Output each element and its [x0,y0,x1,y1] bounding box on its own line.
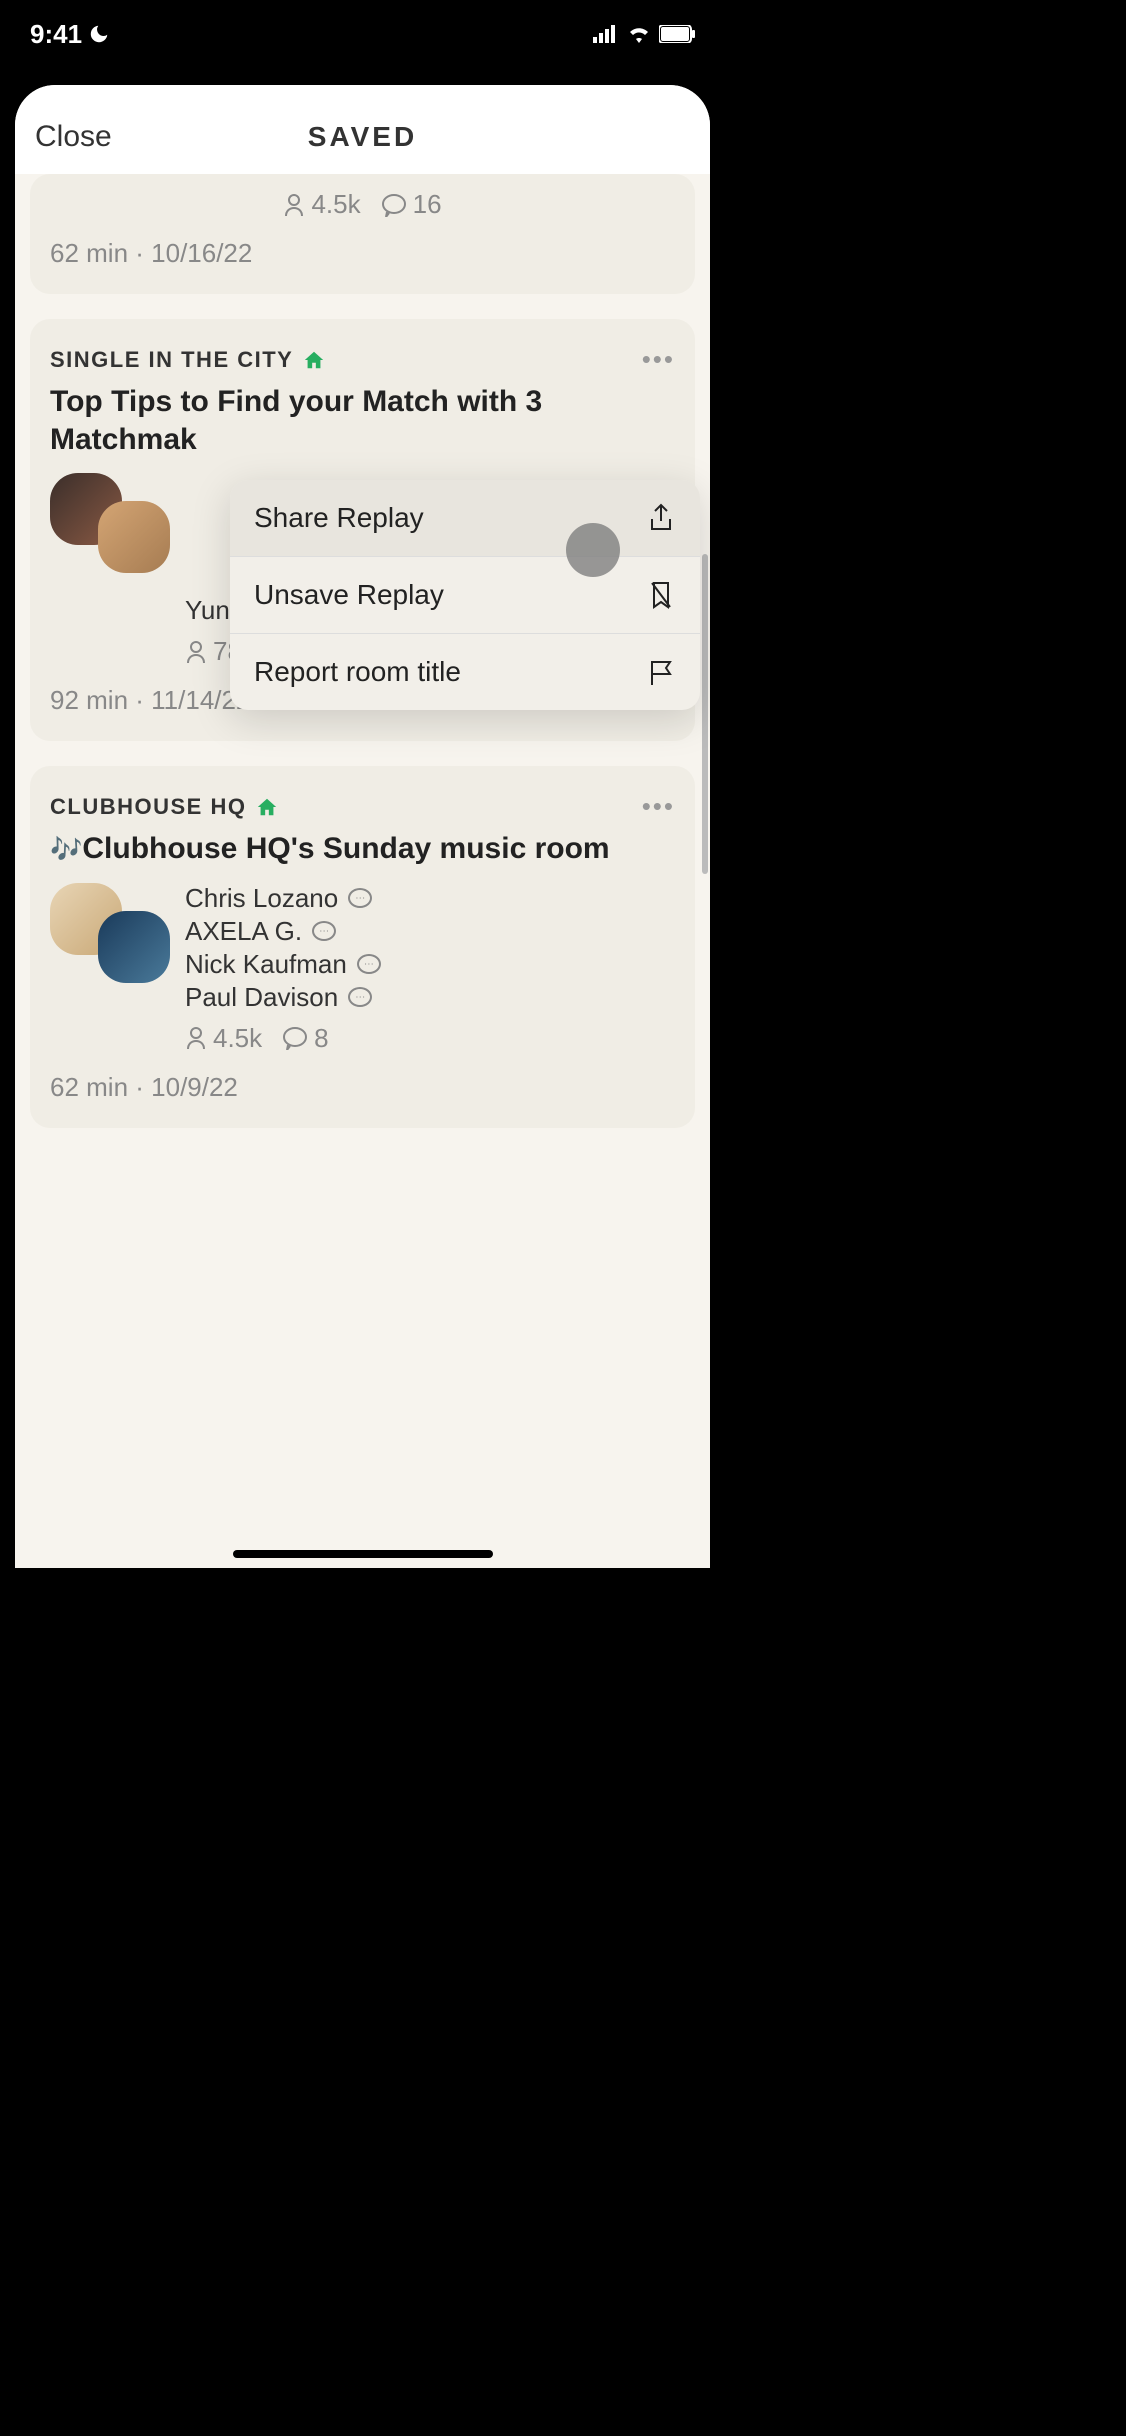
comment-count: 8 [282,1023,328,1054]
home-icon [303,349,325,371]
report-room-item[interactable]: Report room title [230,634,700,710]
listener-value: 4.5k [311,189,360,220]
music-icon: 🎶 [50,834,82,864]
person-icon [283,193,305,217]
meta-text: 62 min · 10/16/22 [50,238,675,269]
page-title: SAVED [308,121,417,153]
avatar [98,501,170,573]
menu-label: Unsave Replay [254,579,444,611]
moon-icon [88,23,110,45]
avatar-stack [50,473,170,573]
saved-card[interactable]: 4.5k 16 62 min · 10/16/22 [30,174,695,294]
person-icon [185,640,207,664]
person-icon [185,1026,207,1050]
comment-count: 16 [381,189,442,220]
stats-row: 4.5k 16 [50,189,675,220]
more-button[interactable]: ••• [642,344,675,375]
content-scroll[interactable]: 4.5k 16 62 min · 10/16/22 SINGLE IN THE … [15,174,710,1547]
app-panel: Close SAVED 4.5k 16 62 min · 10/16/22 [15,85,710,1568]
chat-icon: ⋯ [348,888,372,908]
chat-icon: ⋯ [312,921,336,941]
more-button[interactable]: ••• [642,791,675,822]
comment-value: 8 [314,1023,328,1054]
header: Close SAVED [15,85,710,174]
speaker-row: AXELA G. ⋯ [185,916,675,947]
room-title: Top Tips to Find your Match with 3 Match… [50,383,675,458]
menu-label: Share Replay [254,502,424,534]
battery-icon [659,25,695,43]
listener-count: 4.5k [283,189,360,220]
home-indicator[interactable] [233,1550,493,1558]
comment-value: 16 [413,189,442,220]
speaker-name: Paul Davison [185,982,338,1013]
bookmark-remove-icon [646,580,676,610]
chat-icon: ⋯ [357,954,381,974]
status-bar: 9:41 [0,0,725,68]
status-icons [593,25,695,43]
listener-value: 4.5k [213,1023,262,1054]
wifi-icon [627,25,651,43]
room-title: 🎶Clubhouse HQ's Sunday music room [50,830,675,868]
close-button[interactable]: Close [35,120,112,154]
comment-icon [282,1026,308,1050]
club-row: CLUBHOUSE HQ ••• [50,791,675,822]
time-text: 9:41 [30,19,82,50]
unsave-replay-item[interactable]: Unsave Replay [230,557,700,634]
menu-label: Report room title [254,656,461,688]
meta-text: 62 min · 10/9/22 [50,1072,675,1103]
avatar [98,911,170,983]
flag-icon [646,657,676,687]
stats-row: 4.5k 8 [185,1023,675,1054]
speaker-name: Chris Lozano [185,883,338,914]
speaker-name: Nick Kaufman [185,949,347,980]
signal-icon [593,25,619,43]
card-body: Chris Lozano⋯ AXELA G.⋯ Nick Kaufman⋯ Pa… [50,883,675,1054]
info-column: Chris Lozano⋯ AXELA G.⋯ Nick Kaufman⋯ Pa… [185,883,675,1054]
status-time: 9:41 [30,19,110,50]
club-row: SINGLE IN THE CITY ••• [50,344,675,375]
listener-count: 4.5k [185,1023,262,1054]
club-name: SINGLE IN THE CITY [50,347,325,373]
speaker-row: Nick Kaufman ⋯ [185,949,675,980]
chat-icon: ⋯ [348,987,372,1007]
club-label: CLUBHOUSE HQ [50,794,246,820]
comment-icon [381,193,407,217]
home-icon [256,796,278,818]
scrollbar[interactable] [702,554,708,874]
share-replay-item[interactable]: Share Replay [230,480,700,557]
speaker-name: AXELA G. [185,916,302,947]
share-icon [646,503,676,533]
context-menu: Share Replay Unsave Replay Report room t… [230,480,700,710]
avatar-stack [50,883,170,983]
speaker-row: Paul Davison ⋯ [185,982,675,1013]
touch-indicator [566,523,620,577]
club-name: CLUBHOUSE HQ [50,794,278,820]
speaker-row: Chris Lozano ⋯ [185,883,675,914]
saved-card[interactable]: CLUBHOUSE HQ ••• 🎶Clubhouse HQ's Sunday … [30,766,695,1128]
title-text: Clubhouse HQ's Sunday music room [82,832,609,865]
club-label: SINGLE IN THE CITY [50,347,293,373]
